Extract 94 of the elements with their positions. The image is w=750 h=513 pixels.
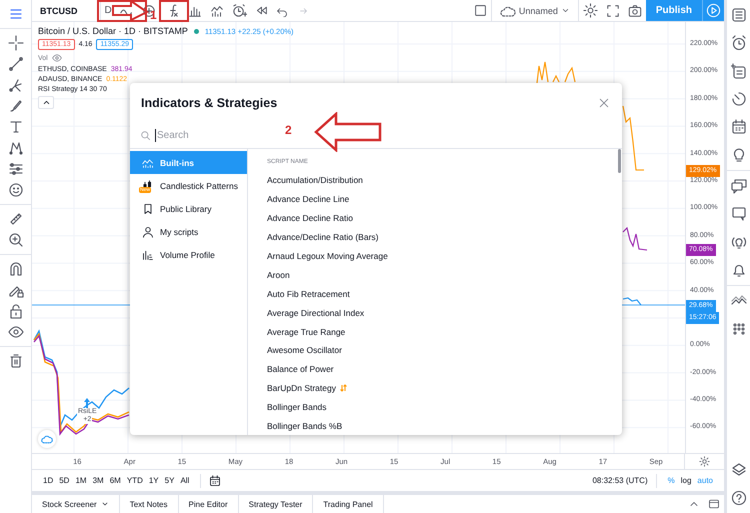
timer-icon[interactable] (730, 91, 746, 107)
symbol-title: Bitcoin / U.S. Dollar · 1D · BITSTAMP (38, 26, 188, 36)
chevron-down-icon[interactable] (560, 6, 570, 15)
volume-profile-icon (142, 248, 154, 260)
panel-tab[interactable]: Pine Editor (178, 495, 239, 513)
layout-name[interactable]: Unnamed (518, 6, 558, 16)
annotation-arrow (112, 0, 149, 21)
script-item[interactable]: Advance Decline Line (267, 190, 622, 209)
category-item[interactable]: Public Library (130, 197, 247, 220)
rewind-icon[interactable] (254, 4, 268, 17)
category-item[interactable]: Volume Profile (130, 243, 247, 266)
calendar-range-icon[interactable] (209, 474, 222, 486)
range-button[interactable]: YTD (124, 476, 146, 485)
smiley-icon[interactable] (8, 182, 24, 198)
script-item[interactable]: Bollinger Bands (267, 398, 622, 417)
script-item[interactable]: Average True Range (267, 322, 622, 342)
panel-tab[interactable]: Stock Screener (32, 495, 120, 513)
range-button[interactable]: 3M (90, 476, 107, 485)
scrollbar-thumb[interactable] (618, 149, 621, 173)
text-tool-icon[interactable] (8, 119, 24, 135)
script-item[interactable]: Advance Decline Ratio (267, 208, 622, 228)
layers-icon[interactable] (730, 462, 746, 478)
eye-icon[interactable] (52, 53, 62, 63)
script-item[interactable]: Balance of Power (267, 360, 622, 379)
lock-icon[interactable] (8, 303, 24, 319)
symbol-search[interactable]: BTCUSD (32, 0, 100, 21)
collapse-button[interactable] (38, 96, 54, 109)
list-plus-icon[interactable] (730, 63, 746, 79)
chat-bubbles-icon[interactable] (730, 178, 746, 194)
bookmark-icon (142, 202, 154, 214)
script-item[interactable]: Auto Fib Retracement (267, 284, 622, 304)
annotation-frame (97, 0, 147, 22)
script-item[interactable]: Accumulation/Distribution (267, 171, 622, 190)
chat-bubble-icon[interactable] (730, 206, 746, 222)
brush-icon[interactable] (8, 98, 24, 114)
magnet-icon[interactable] (8, 261, 24, 277)
annotation-frame (159, 0, 189, 22)
category-item[interactable]: My scripts (130, 220, 247, 243)
annotation-arrow (314, 112, 382, 152)
script-item[interactable]: BarUpDn Strategy (267, 378, 622, 398)
caret-icon (42, 98, 50, 107)
fullscreen-icon[interactable] (606, 4, 620, 18)
crosshair-icon[interactable] (8, 35, 24, 51)
dot-grid-icon[interactable] (730, 321, 746, 337)
trash-icon[interactable] (8, 353, 24, 369)
range-button[interactable]: 1Y (146, 476, 162, 485)
script-item[interactable]: Average Directional Index (267, 303, 622, 322)
script-item[interactable]: Bollinger Bands %B (267, 416, 622, 436)
ruler-icon[interactable] (8, 211, 24, 227)
script-item[interactable]: Arnaud Legoux Moving Average (267, 246, 622, 266)
range-button[interactable]: 5Y (162, 476, 178, 485)
range-button[interactable]: 5D (56, 476, 72, 485)
panel-tab[interactable]: Strategy Tester (238, 495, 314, 513)
dialog-title: Indicators & Strategies (141, 96, 278, 110)
alarm-plus-icon[interactable] (232, 3, 247, 18)
indicator-template-icon[interactable] (210, 4, 224, 18)
help-icon[interactable] (730, 490, 746, 506)
scale-toggle[interactable]: log (678, 476, 694, 485)
settings-icon[interactable] (699, 456, 710, 467)
arrow-up-icon (84, 398, 90, 408)
range-button[interactable]: 1M (72, 476, 90, 485)
zoom-in-icon[interactable] (8, 232, 24, 248)
eye-icon[interactable] (8, 324, 24, 340)
pitchfork-icon[interactable] (8, 77, 24, 93)
watchlist-icon[interactable] (730, 7, 746, 23)
chart-line-icon (142, 156, 154, 168)
bell-icon[interactable] (730, 262, 746, 278)
chevron-down-icon (100, 500, 109, 508)
range-button[interactable]: 1D (40, 476, 56, 485)
close-icon[interactable] (598, 97, 610, 109)
camera-icon[interactable] (628, 4, 642, 18)
panel-tab[interactable]: Text Notes (120, 495, 178, 513)
settings-icon[interactable] (582, 3, 598, 18)
panel-tab[interactable]: Trading Panel (313, 495, 384, 513)
search-icon (140, 130, 151, 141)
market-open-dot (194, 28, 199, 34)
strategy-arrows-icon (340, 384, 347, 392)
trend-line-icon[interactable] (8, 56, 24, 72)
maximize-icon[interactable] (708, 498, 720, 510)
clock-time[interactable]: 08:32:53 (UTC) (592, 476, 648, 485)
play-icon[interactable] (706, 3, 721, 18)
user-icon (142, 226, 154, 238)
line-chart-drawing (536, 61, 576, 84)
annotation-number: 2 (285, 124, 292, 136)
range-button[interactable]: All (177, 476, 192, 485)
calendar-icon[interactable] (730, 119, 746, 135)
alarm-clock-icon[interactable] (730, 35, 746, 51)
range-button[interactable]: 6M (106, 476, 124, 485)
square-icon[interactable] (474, 4, 487, 17)
script-item[interactable]: Advance/Decline Ratio (Bars) (267, 228, 622, 247)
script-item[interactable]: Awesome Oscillator (267, 341, 622, 360)
pattern-icon[interactable] (8, 140, 24, 156)
script-item[interactable]: Aroon (267, 265, 622, 284)
fib-levels-icon[interactable] (8, 161, 24, 177)
